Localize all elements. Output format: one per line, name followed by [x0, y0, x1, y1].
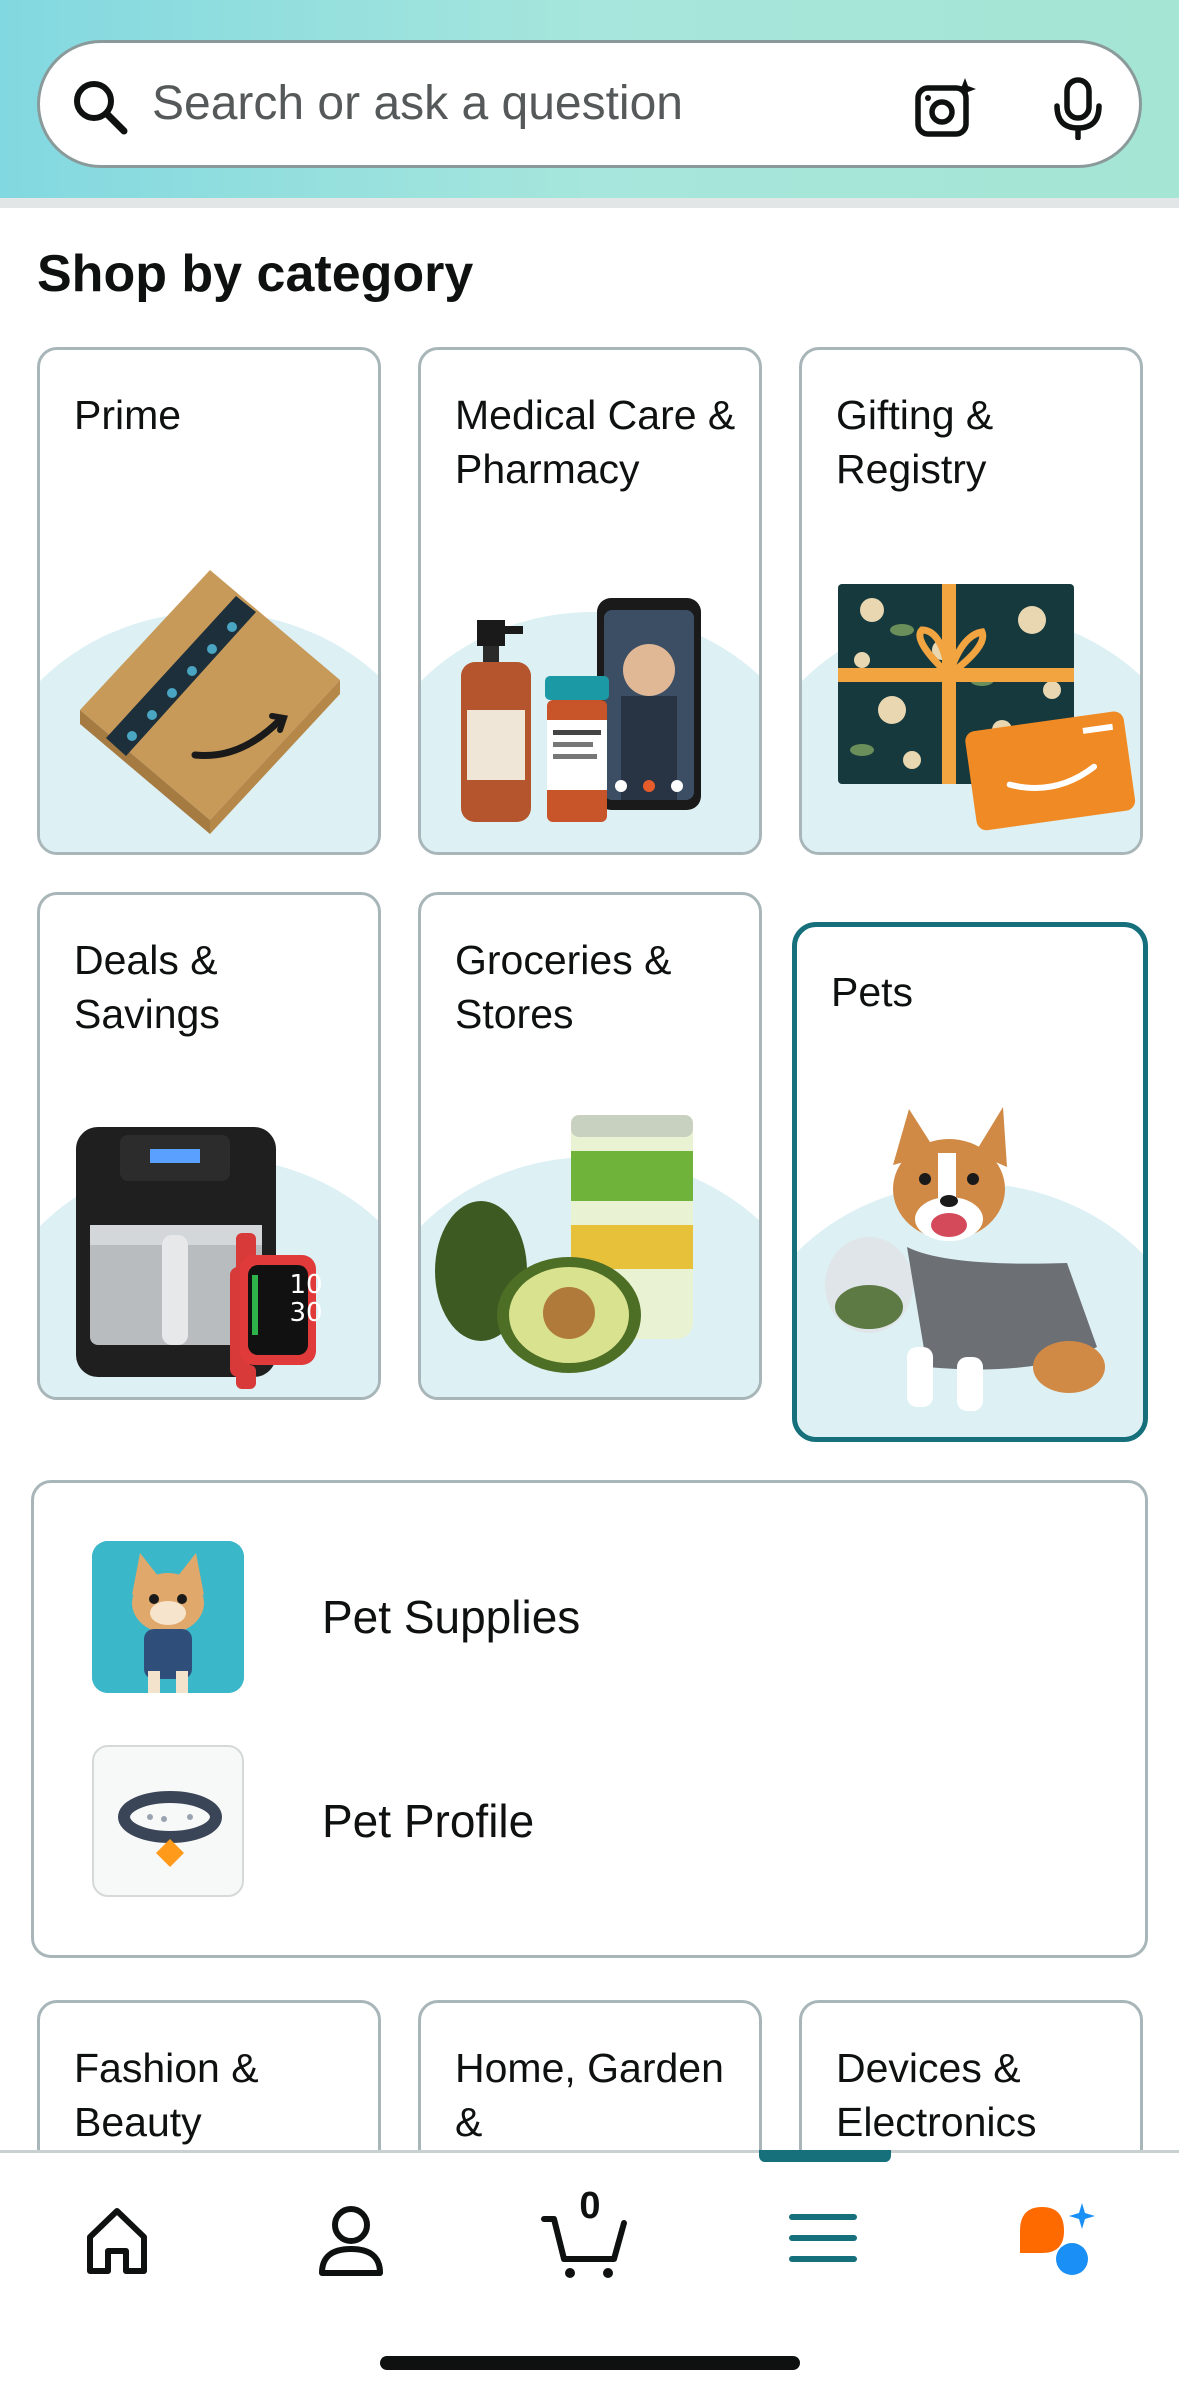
category-tile-pets[interactable]: Pets: [792, 922, 1148, 1442]
cart-count-badge: 0: [579, 2185, 601, 2227]
submenu-item-pet-supplies[interactable]: Pet Supplies: [92, 1541, 1092, 1693]
account-icon[interactable]: [306, 2193, 396, 2283]
active-tab-indicator: [759, 2150, 891, 2162]
chihuahua-image: [92, 1541, 244, 1693]
corgi-image: [825, 1107, 1105, 1411]
pet-collar-icon: [92, 1745, 244, 1897]
home-icon[interactable]: [72, 2193, 162, 2283]
search-bar[interactable]: Search or ask a question: [37, 40, 1142, 168]
gift-and-card-image: [838, 584, 1136, 831]
groceries-image: [435, 1115, 693, 1373]
category-tile-gifting-registry[interactable]: Gifting & Registry: [799, 347, 1143, 855]
category-tile-prime[interactable]: Prime: [37, 347, 381, 855]
search-input[interactable]: Search or ask a question: [152, 43, 683, 165]
submenu-label: Pet Profile: [322, 1795, 535, 1847]
category-label: Devices & Electronics: [836, 2045, 1037, 2145]
menu-icon[interactable]: [778, 2193, 868, 2283]
watch-time-display: 10 30: [289, 1270, 323, 1328]
camera-sparkle-icon[interactable]: [913, 76, 977, 140]
header-divider: [0, 198, 1179, 208]
category-label: Fashion & Beauty: [74, 2045, 259, 2145]
submenu-label: Pet Supplies: [322, 1591, 581, 1643]
air-fryer-and-watch-image: [76, 1127, 316, 1389]
pets-submenu-panel: Pet Supplies Pet Profile: [31, 1480, 1148, 1958]
prime-box-image: [80, 570, 340, 834]
category-tile-medical-care-pharmacy[interactable]: Medical Care & Pharmacy: [418, 347, 762, 855]
search-icon[interactable]: [68, 75, 132, 139]
category-label: Home, Garden &: [455, 2045, 724, 2145]
dog-photo-thumbnail: [92, 1541, 244, 1693]
cart-button[interactable]: 0: [540, 2185, 630, 2283]
submenu-item-pet-profile[interactable]: Pet Profile: [92, 1745, 1092, 1897]
category-tile-deals-savings[interactable]: Deals & Savings 10 30: [37, 892, 381, 1400]
home-indicator-bar: [380, 2356, 800, 2370]
section-title: Shop by category: [37, 245, 474, 303]
microphone-icon[interactable]: [1048, 76, 1108, 140]
pharmacy-products-image: [461, 598, 701, 822]
rufus-assistant-icon[interactable]: [1012, 2193, 1102, 2283]
category-tile-groceries-stores[interactable]: Groceries & Stores: [418, 892, 762, 1400]
